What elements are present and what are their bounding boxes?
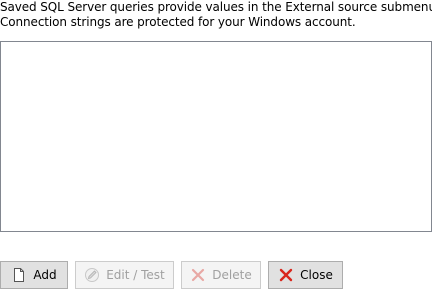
edit-test-button[interactable]: Edit / Test — [75, 261, 174, 289]
description-line-1: Saved SQL Server queries provide values … — [0, 0, 432, 14]
add-button-label: Add — [33, 268, 57, 282]
description-text: Saved SQL Server queries provide values … — [0, 0, 432, 30]
saved-queries-list[interactable] — [0, 41, 432, 232]
delete-x-icon — [190, 267, 206, 283]
delete-button[interactable]: Delete — [181, 261, 261, 289]
add-button[interactable]: Add — [0, 261, 68, 289]
description-line-2: Connection strings are protected for you… — [0, 15, 356, 29]
edit-pencil-icon — [84, 267, 100, 283]
delete-button-label: Delete — [212, 268, 252, 282]
edit-test-button-label: Edit / Test — [106, 268, 165, 282]
close-button[interactable]: Close — [268, 261, 343, 289]
new-document-icon — [11, 267, 27, 283]
close-x-icon — [278, 267, 294, 283]
close-button-label: Close — [300, 268, 333, 282]
